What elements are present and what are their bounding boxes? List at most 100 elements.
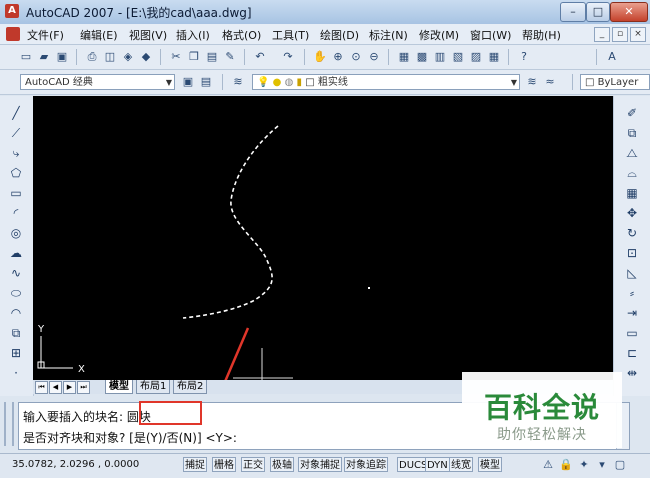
doc-minimize-button[interactable]: _ (594, 27, 610, 42)
rotate-icon[interactable]: ↻ (623, 224, 641, 242)
status-tray-icon[interactable]: ✦ (576, 457, 592, 473)
markup-icon[interactable]: ▨ (468, 49, 484, 65)
copy-object-icon[interactable]: ⧉ (623, 124, 641, 142)
zoom-window-icon[interactable]: ⊙ (348, 49, 364, 65)
properties-icon[interactable]: ▦ (396, 49, 412, 65)
stretch-icon[interactable]: ◺ (623, 264, 641, 282)
otrack-toggle[interactable]: 对象追踪 (344, 457, 388, 472)
arc-icon[interactable]: ◜ (7, 204, 25, 222)
menu-edit[interactable]: 编辑(E) (80, 27, 118, 43)
design-center-icon[interactable]: ▩ (414, 49, 430, 65)
workspace-settings-icon[interactable]: ▣ (180, 74, 196, 90)
extend-icon[interactable]: ⇥ (623, 304, 641, 322)
publish-icon[interactable]: ◈ (120, 49, 136, 65)
match-properties-icon[interactable]: ✎ (222, 49, 238, 65)
communication-center-icon[interactable]: ⚠ (540, 457, 556, 473)
make-block-icon[interactable]: ⊞ (7, 344, 25, 362)
menu-file[interactable]: 文件(F) (27, 27, 64, 43)
construction-line-icon[interactable]: ⟋ (7, 124, 25, 142)
menu-format[interactable]: 格式(O) (222, 27, 261, 43)
color-control-select[interactable]: □ ByLayer (580, 74, 650, 90)
command-line-2[interactable]: 是否对齐块和对象? [是(Y)/否(N)] <Y>: (23, 429, 237, 446)
print-icon[interactable]: ⎙ (84, 49, 100, 65)
join-icon[interactable]: ⇹ (623, 364, 641, 382)
ellipse-icon[interactable]: ⬭ (7, 284, 25, 302)
pan-icon[interactable]: ✋ (312, 49, 328, 65)
spline-icon[interactable]: ∿ (7, 264, 25, 282)
command-window-grip[interactable] (4, 402, 14, 446)
trim-icon[interactable]: ⸗ (623, 284, 641, 302)
move-icon[interactable]: ✥ (623, 204, 641, 222)
dyn-toggle[interactable]: DYN (425, 457, 450, 472)
rectangle-icon[interactable]: ▭ (7, 184, 25, 202)
menu-insert[interactable]: 插入(I) (176, 27, 210, 43)
workspace-select[interactable]: AutoCAD 经典 ▼ (20, 74, 175, 90)
paste-icon[interactable]: ▤ (204, 49, 220, 65)
layer-previous-icon[interactable]: ≈ (542, 74, 558, 90)
zoom-previous-icon[interactable]: ⊖ (366, 49, 382, 65)
point-icon[interactable]: · (7, 364, 25, 382)
help-icon[interactable]: ? (516, 49, 532, 65)
undo-icon[interactable]: ↶ (252, 49, 268, 65)
scale-icon[interactable]: ⊡ (623, 244, 641, 262)
print-preview-icon[interactable]: ◫ (102, 49, 118, 65)
tab-model[interactable]: 模型 (105, 380, 133, 394)
coordinate-display[interactable]: 35.0782, 2.0296 , 0.0000 (12, 459, 139, 470)
menu-help[interactable]: 帮助(H) (522, 27, 561, 43)
clean-screen-icon[interactable]: ▢ (612, 457, 628, 473)
layer-select[interactable]: 💡 ● ◍ ▮ □ 粗实线 ▼ (252, 74, 520, 90)
grid-toggle[interactable]: 栅格 (212, 457, 236, 472)
menu-tools[interactable]: 工具(T) (272, 27, 309, 43)
menu-modify[interactable]: 修改(M) (419, 27, 459, 43)
autocad-app-icon[interactable]: A (5, 4, 19, 18)
polar-toggle[interactable]: 极轴 (270, 457, 294, 472)
open-icon[interactable]: ▰ (36, 49, 52, 65)
line-icon[interactable]: ╱ (7, 104, 25, 122)
model-space-toggle[interactable]: 模型 (478, 457, 502, 472)
menu-draw[interactable]: 绘图(D) (320, 27, 359, 43)
snap-toggle[interactable]: 捕捉 (183, 457, 207, 472)
restore-button[interactable]: □ (586, 2, 610, 22)
ortho-toggle[interactable]: 正交 (241, 457, 265, 472)
drawing-canvas[interactable]: Y X (33, 96, 613, 399)
tool-palettes-icon[interactable]: ▥ (432, 49, 448, 65)
revision-cloud-icon[interactable]: ☁ (7, 244, 25, 262)
mirror-icon[interactable]: ⧍ (623, 144, 641, 162)
lock-toolbar-icon[interactable]: 🔒 (558, 457, 574, 473)
circle-icon[interactable]: ◎ (7, 224, 25, 242)
close-button[interactable]: ✕ (610, 2, 648, 22)
lineweight-toggle[interactable]: 线宽 (449, 457, 473, 472)
3d-dwf-icon[interactable]: ◆ (138, 49, 154, 65)
zoom-realtime-icon[interactable]: ⊕ (330, 49, 346, 65)
dashed-spline-curve[interactable] (182, 125, 279, 319)
break-at-point-icon[interactable]: ▭ (623, 324, 641, 342)
calculator-icon[interactable]: ▦ (486, 49, 502, 65)
cut-icon[interactable]: ✂ (168, 49, 184, 65)
next-tab-icon[interactable]: ▶ (63, 381, 76, 394)
menu-window[interactable]: 窗口(W) (470, 27, 511, 43)
text-style-icon[interactable]: A (604, 49, 620, 65)
doc-restore-button[interactable]: ▫ (612, 27, 628, 42)
insert-block-icon[interactable]: ⧉ (7, 324, 25, 342)
copy-icon[interactable]: ❐ (186, 49, 202, 65)
menu-view[interactable]: 视图(V) (129, 27, 167, 43)
layer-manager-icon[interactable]: ≋ (230, 74, 246, 90)
tab-layout1[interactable]: 布局1 (136, 380, 171, 394)
make-object-layer-current-icon[interactable]: ≋ (524, 74, 540, 90)
status-menu-icon[interactable]: ▾ (594, 457, 610, 473)
sheet-set-icon[interactable]: ▧ (450, 49, 466, 65)
redo-icon[interactable]: ↷ (280, 49, 296, 65)
new-icon[interactable]: ▭ (18, 49, 34, 65)
polygon-icon[interactable]: ⬠ (7, 164, 25, 182)
workspace-save-icon[interactable]: ▤ (198, 74, 214, 90)
document-icon[interactable] (6, 27, 20, 41)
ellipse-arc-icon[interactable]: ◠ (7, 304, 25, 322)
osnap-toggle[interactable]: 对象捕捉 (298, 457, 342, 472)
menu-dimension[interactable]: 标注(N) (369, 27, 408, 43)
polyline-icon[interactable]: ⤷ (7, 144, 25, 162)
tab-layout2[interactable]: 布局2 (173, 380, 208, 394)
erase-icon[interactable]: ✐ (623, 104, 641, 122)
offset-icon[interactable]: ⌓ (623, 164, 641, 182)
break-icon[interactable]: ⊏ (623, 344, 641, 362)
save-icon[interactable]: ▣ (54, 49, 70, 65)
